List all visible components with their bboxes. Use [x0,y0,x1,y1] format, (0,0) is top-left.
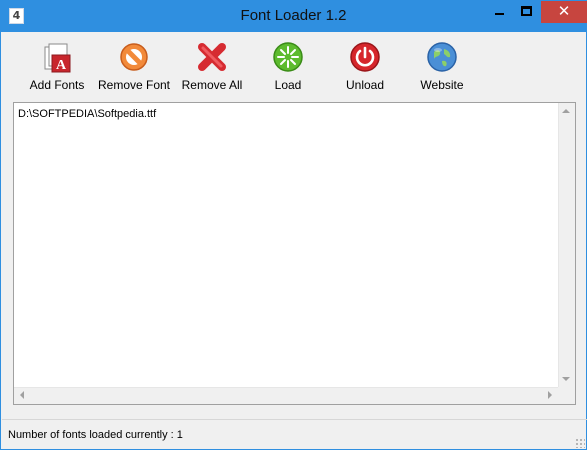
remove-all-button[interactable]: Remove All [178,40,246,96]
scroll-left-arrow-icon[interactable] [20,391,24,399]
font-list[interactable]: D:\SOFTPEDIA\Softpedia.ttf [13,102,576,405]
remove-all-label: Remove All [181,78,243,92]
remove-font-label: Remove Font [97,78,171,92]
globe-icon [427,42,457,72]
close-icon: ✕ [557,2,571,20]
website-button[interactable]: Website [416,40,468,96]
add-fonts-label: Add Fonts [29,78,85,92]
status-bar: Number of fonts loaded currently : 1 [2,419,587,450]
unload-button[interactable]: Unload [340,40,390,96]
close-button[interactable]: ✕ [541,1,587,23]
add-fonts-button[interactable]: A Add Fonts [25,40,89,96]
remove-font-button[interactable]: Remove Font [96,40,172,96]
website-label: Website [420,78,464,92]
unload-label: Unload [345,78,385,92]
minimize-icon [495,13,504,15]
scroll-up-arrow-icon[interactable] [562,109,570,113]
resize-grip-icon[interactable] [575,438,585,448]
title-bar[interactable]: 4 Font Loader 1.2 ✕ [1,1,587,32]
minimize-button[interactable] [486,1,513,23]
vertical-scrollbar[interactable] [558,103,575,387]
green-sparkle-icon [273,42,303,72]
maximize-button[interactable] [513,1,540,23]
status-text: Number of fonts loaded currently : 1 [8,429,183,441]
maximize-icon [521,6,532,16]
power-icon [350,42,380,72]
remove-circle-icon [120,43,148,71]
red-x-icon [198,43,226,71]
font-file-icon: A [44,43,71,73]
scroll-right-arrow-icon[interactable] [548,391,552,399]
font-list-viewport: D:\SOFTPEDIA\Softpedia.ttf [14,103,558,387]
app-window: 4 Font Loader 1.2 ✕ A Add Fonts Remove F… [0,0,587,450]
horizontal-scrollbar[interactable] [14,387,558,404]
scroll-down-arrow-icon[interactable] [562,377,570,381]
scrollbar-corner [558,387,575,404]
load-label: Load [274,78,302,92]
toolbar: A Add Fonts Remove Font Remove All Load … [2,32,587,96]
list-item[interactable]: D:\SOFTPEDIA\Softpedia.ttf [18,108,156,120]
load-button[interactable]: Load [264,40,312,96]
svg-text:A: A [56,58,67,73]
